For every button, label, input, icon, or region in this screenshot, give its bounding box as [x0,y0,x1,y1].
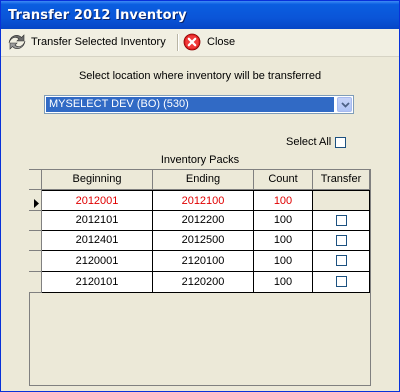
transfer-checkbox[interactable] [335,215,347,226]
location-select-value: MYSELECT DEV (BO) (530) [46,97,334,112]
close-button-label: Close [207,36,236,48]
location-prompt: Select location where inventory will be … [78,70,322,82]
cell-count[interactable]: 100 [254,231,313,251]
transfer-checkbox[interactable] [335,276,347,287]
title-bar[interactable]: Transfer 2012 Inventory [1,1,399,29]
cell-beginning[interactable]: 2012101 [42,211,153,231]
cell-count[interactable]: 100 [254,251,313,272]
transfer-checkbox[interactable] [335,255,347,266]
row-header[interactable] [29,211,42,231]
transfer-button-label: Transfer Selected Inventory [31,36,166,48]
transfer-window: Transfer 2012 Inventory Transfer Selecte… [0,0,400,392]
cell-beginning[interactable]: 2012401 [42,231,153,251]
location-dropdown-button[interactable] [337,97,352,112]
column-header-beginning[interactable]: Beginning [42,170,153,190]
cell-ending[interactable]: 2120200 [153,272,254,293]
chevron-down-icon [341,102,350,108]
cell-beginning[interactable]: 2120001 [42,251,153,272]
cell-transfer [313,272,370,293]
cell-transfer [313,251,370,272]
transfer-checkbox[interactable] [335,235,347,246]
close-icon [183,33,203,51]
select-all-label: Select All [286,136,332,148]
location-select[interactable]: MYSELECT DEV (BO) (530) [44,95,354,114]
cell-transfer[interactable] [313,190,370,211]
cell-transfer [313,231,370,251]
row-header-corner [29,170,42,190]
cell-count[interactable]: 100 [254,272,313,293]
column-header-transfer[interactable]: Transfer [313,170,370,190]
cell-ending[interactable]: 2012500 [153,231,254,251]
cell-count[interactable]: 100 [254,211,313,231]
toolbar: Transfer Selected Inventory Close [1,29,399,57]
inventory-packs-header: Inventory Packs [29,151,371,170]
toolbar-separator [177,34,179,51]
row-header[interactable] [29,231,42,251]
cell-ending[interactable]: 2012200 [153,211,254,231]
cell-ending[interactable]: 2012100 [153,190,254,211]
cell-beginning[interactable]: 2120101 [42,272,153,293]
row-header[interactable] [29,272,42,293]
transfer-icon [7,33,27,51]
cell-count[interactable]: 100 [254,190,313,211]
cell-ending[interactable]: 2120100 [153,251,254,272]
select-all-checkbox[interactable]: Select All [286,135,347,149]
row-pointer-icon [34,199,39,208]
row-header[interactable] [29,251,42,272]
window-title: Transfer 2012 Inventory [8,8,187,23]
column-header-count[interactable]: Count [254,170,313,190]
close-button[interactable]: Close [183,32,235,52]
column-header-ending[interactable]: Ending [153,170,254,190]
select-all-box[interactable] [335,136,347,148]
cell-beginning[interactable]: 2012001 [42,190,153,211]
transfer-selected-inventory-button[interactable]: Transfer Selected Inventory [7,32,166,52]
cell-transfer [313,211,370,231]
